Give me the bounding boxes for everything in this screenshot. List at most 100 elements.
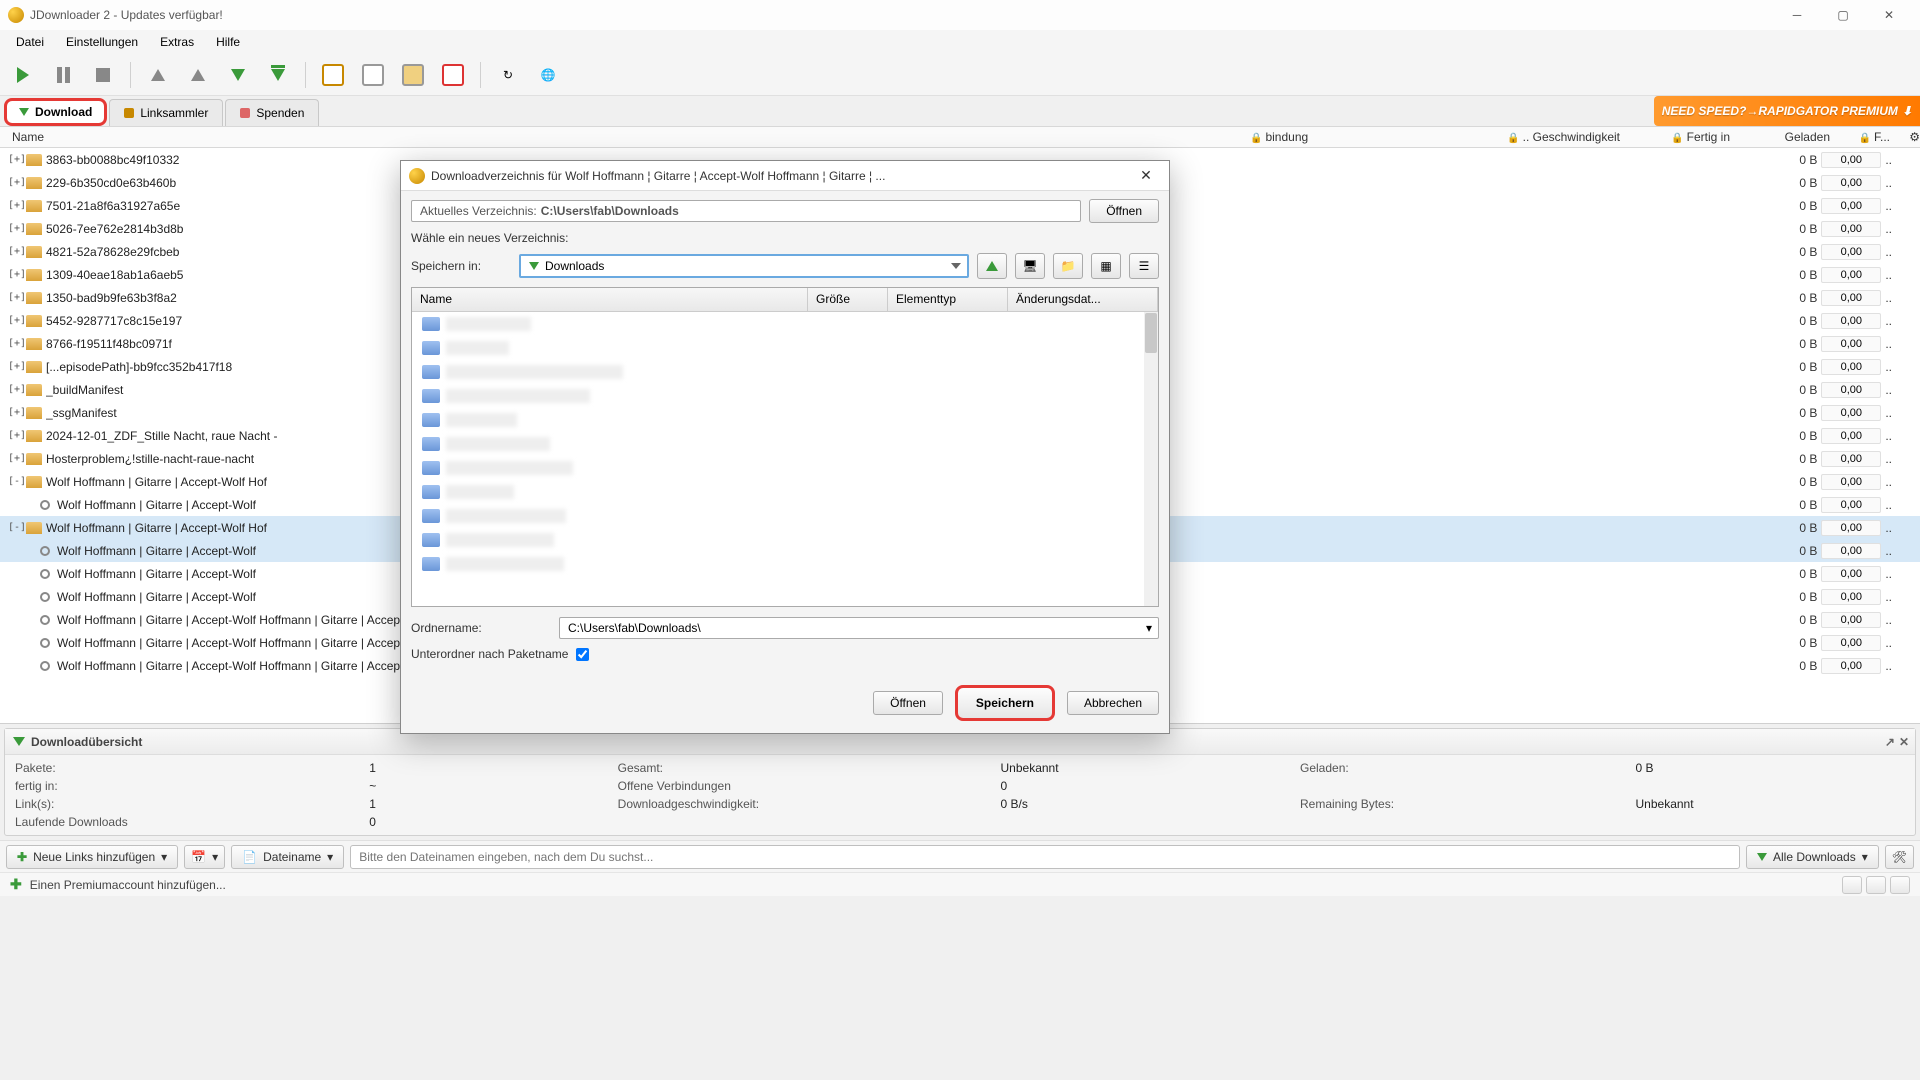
update-icon[interactable] — [396, 58, 430, 92]
tab-download[interactable]: Download — [4, 98, 107, 126]
col-geladen[interactable]: Geladen — [1730, 130, 1830, 144]
footer-btn-2[interactable] — [1866, 876, 1886, 894]
col-name[interactable]: Name — [12, 130, 1250, 144]
oeffnen-button[interactable]: Öffnen — [873, 691, 943, 715]
tab-linksammler[interactable]: Linksammler — [109, 99, 223, 126]
abbrechen-button[interactable]: Abbrechen — [1067, 691, 1159, 715]
col-speed[interactable]: 🔒.. Geschwindigkeit — [1450, 130, 1620, 144]
menu-einstellungen[interactable]: Einstellungen — [56, 32, 148, 52]
plus-icon: ✚ — [17, 850, 27, 864]
folder-row[interactable] — [412, 456, 1144, 480]
move-up-icon[interactable] — [181, 58, 215, 92]
lbl-pakete: Pakete: — [15, 761, 339, 775]
desktop-button[interactable]: 🖥 — [1015, 253, 1045, 279]
tab-linksammler-label: Linksammler — [140, 106, 208, 120]
grid-view-button[interactable]: ▦ — [1091, 253, 1121, 279]
menu-datei[interactable]: Datei — [6, 32, 54, 52]
dateiname-button[interactable]: 📄 Dateiname ▾ — [231, 845, 344, 869]
calendar-button[interactable]: 📅▾ — [184, 845, 225, 869]
folder-row[interactable] — [412, 312, 1144, 336]
dialog-titlebar: Downloadverzeichnis für Wolf Hoffmann ¦ … — [401, 161, 1169, 191]
clipboard-icon[interactable] — [316, 58, 350, 92]
neue-links-button[interactable]: ✚ Neue Links hinzufügen ▾ — [6, 845, 178, 869]
up-folder-button[interactable] — [977, 253, 1007, 279]
tab-download-label: Download — [35, 105, 92, 119]
fh-name[interactable]: Name — [412, 288, 808, 311]
new-folder-button[interactable]: 📁 — [1053, 253, 1083, 279]
window-title: JDownloader 2 - Updates verfügbar! — [30, 8, 1774, 22]
lbl-lauf: Laufende Downloads — [15, 815, 339, 829]
link-icon — [124, 108, 134, 118]
status-body: Pakete:1 Gesamt:Unbekannt Geladen:0 B fe… — [5, 755, 1915, 835]
folder-row[interactable] — [412, 336, 1144, 360]
status-panel: Downloadübersicht ↗✕ Pakete:1 Gesamt:Unb… — [4, 728, 1916, 836]
expand-icon[interactable]: ↗ — [1885, 735, 1895, 749]
move-down-icon[interactable] — [221, 58, 255, 92]
col-settings[interactable]: ⚙ — [1890, 130, 1920, 144]
col-fertig[interactable]: 🔒Fertig in — [1620, 130, 1730, 144]
remove-icon[interactable] — [436, 58, 470, 92]
file-scrollbar[interactable] — [1144, 312, 1158, 606]
col-bindung[interactable]: 🔒bindung — [1250, 130, 1450, 144]
search-input[interactable] — [350, 845, 1740, 869]
folder-combo[interactable]: Downloads — [519, 254, 969, 278]
lbl-dlg: Downloadgeschwindigkeit: — [618, 797, 971, 811]
premium-banner[interactable]: NEED SPEED?→RAPIDGATOR PREMIUM ⬇ — [1654, 96, 1920, 126]
lbl-fertig: fertig in: — [15, 779, 339, 793]
folder-row[interactable] — [412, 408, 1144, 432]
download-icon — [13, 737, 25, 746]
chevron-down-icon[interactable]: ▾ — [1146, 621, 1152, 635]
refresh-icon[interactable]: ↻ — [491, 58, 525, 92]
chevron-down-icon: ▾ — [212, 850, 218, 864]
list-view-button[interactable]: ☰ — [1129, 253, 1159, 279]
fh-size[interactable]: Größe — [808, 288, 888, 311]
waehle-label: Wähle ein neues Verzeichnis: — [411, 231, 568, 245]
ordner-input[interactable]: C:\Users\fab\Downloads\ ▾ — [559, 617, 1159, 639]
dialog-close-button[interactable]: ✕ — [1131, 167, 1161, 184]
minimize-button[interactable]: ─ — [1774, 0, 1820, 30]
tab-spenden[interactable]: Spenden — [225, 99, 319, 126]
menu-extras[interactable]: Extras — [150, 32, 204, 52]
tab-row: Download Linksammler Spenden NEED SPEED?… — [0, 96, 1920, 126]
play-icon[interactable] — [6, 58, 40, 92]
close-button[interactable]: ✕ — [1866, 0, 1912, 30]
window-titlebar: JDownloader 2 - Updates verfügbar! ─ ▢ ✕ — [0, 0, 1920, 30]
dialog-footer: Öffnen Speichern Abbrechen — [401, 677, 1169, 733]
folder-row[interactable] — [412, 504, 1144, 528]
globe-icon[interactable]: 🌐 — [531, 58, 565, 92]
speichern-in-label: Speichern in: — [411, 259, 511, 273]
file-browser[interactable]: Name Größe Elementtyp Änderungsdat... — [411, 287, 1159, 607]
ordner-label: Ordnername: — [411, 621, 551, 635]
oeffnen-button-top[interactable]: Öffnen — [1089, 199, 1159, 223]
folder-row[interactable] — [412, 360, 1144, 384]
stop-icon[interactable] — [86, 58, 120, 92]
menu-hilfe[interactable]: Hilfe — [206, 32, 250, 52]
alle-downloads-button[interactable]: Alle Downloads ▾ — [1746, 845, 1879, 869]
folder-row[interactable] — [412, 384, 1144, 408]
reconnect-icon[interactable] — [356, 58, 390, 92]
folder-row[interactable] — [412, 432, 1144, 456]
pause-icon[interactable] — [46, 58, 80, 92]
maximize-button[interactable]: ▢ — [1820, 0, 1866, 30]
banner-text: NEED SPEED?→RAPIDGATOR PREMIUM — [1662, 104, 1898, 118]
unterordner-checkbox[interactable] — [576, 648, 589, 661]
toolbar: ↻ 🌐 — [0, 54, 1920, 96]
premium-text[interactable]: Einen Premiumaccount hinzufügen... — [30, 878, 226, 892]
chevron-down-icon: ▾ — [161, 850, 167, 864]
close-panel-icon[interactable]: ✕ — [1899, 735, 1909, 749]
lbl-rem: Remaining Bytes: — [1300, 797, 1606, 811]
move-top-icon[interactable] — [141, 58, 175, 92]
folder-row[interactable] — [412, 480, 1144, 504]
settings-button[interactable]: 🛠 — [1885, 845, 1914, 869]
file-icon: 📄 — [242, 850, 257, 864]
footer-btn-1[interactable] — [1842, 876, 1862, 894]
fh-type[interactable]: Elementtyp — [888, 288, 1008, 311]
col-f[interactable]: 🔒F... — [1830, 130, 1890, 144]
folder-row[interactable] — [412, 528, 1144, 552]
speichern-button[interactable]: Speichern — [955, 685, 1055, 721]
folder-row[interactable] — [412, 552, 1144, 576]
footer-btn-3[interactable] — [1890, 876, 1910, 894]
move-bottom-icon[interactable] — [261, 58, 295, 92]
fh-date[interactable]: Änderungsdat... — [1008, 288, 1158, 311]
bottom-bar: ✚ Neue Links hinzufügen ▾ 📅▾ 📄 Dateiname… — [0, 840, 1920, 872]
